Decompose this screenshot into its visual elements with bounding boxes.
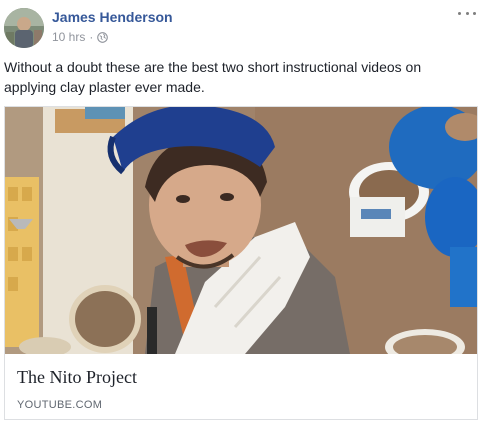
globe-icon[interactable] [97, 31, 109, 43]
post-header: James Henderson 10 hrs · [0, 0, 480, 52]
link-domain: YOUTUBE.COM [17, 399, 103, 411]
author-name[interactable]: James Henderson [52, 9, 173, 25]
meta-separator: · [89, 30, 94, 44]
more-options-icon[interactable] [458, 6, 476, 20]
post-timestamp[interactable]: 10 hrs [52, 30, 85, 44]
post-text: Without a doubt these are the best two s… [4, 59, 422, 95]
video-thumbnail[interactable] [5, 107, 477, 354]
link-preview-card[interactable]: The Nito Project YOUTUBE.COM [4, 106, 478, 420]
post-meta: 10 hrs · [52, 30, 109, 44]
avatar[interactable] [4, 8, 44, 48]
link-title[interactable]: The Nito Project [17, 367, 137, 388]
